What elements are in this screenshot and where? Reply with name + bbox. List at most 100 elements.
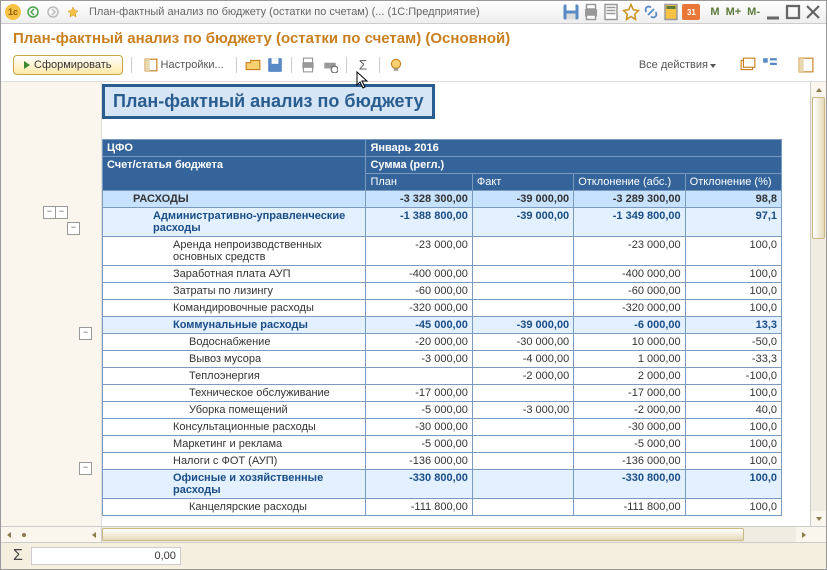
table-row[interactable]: Офисные и хозяйственные расходы-330 800,… <box>103 470 782 499</box>
cell-pct: 100,0 <box>685 436 781 453</box>
m-button[interactable]: M <box>708 6 721 18</box>
table-row[interactable]: РАСХОДЫ-3 328 300,00-39 000,00-3 289 300… <box>103 191 782 208</box>
settings-button[interactable]: Настройки... <box>140 56 228 74</box>
horizontal-scrollbar[interactable] <box>1 526 826 542</box>
close-button[interactable] <box>804 4 822 20</box>
table-row[interactable]: Уборка помещений-5 000,00-3 000,00-2 000… <box>103 402 782 419</box>
cell-pct: 100,0 <box>685 237 781 266</box>
cell-plan: -20 000,00 <box>366 334 472 351</box>
layout-icon[interactable] <box>798 57 814 73</box>
scroll-up-button[interactable] <box>811 82 826 97</box>
tree-icon[interactable] <box>762 57 778 73</box>
col-sum: Сумма (регл.) <box>366 157 782 174</box>
cell-fact <box>472 419 573 436</box>
cell-fact <box>472 453 573 470</box>
table-row[interactable]: Теплоэнергия-2 000,002 000,00-100,0 <box>103 368 782 385</box>
print2-icon[interactable] <box>300 57 316 73</box>
scroll-first-button[interactable] <box>16 527 31 542</box>
outline-toggle[interactable]: − <box>67 222 80 235</box>
scroll-corner <box>811 527 826 542</box>
cell-name: Офисные и хозяйственные расходы <box>103 470 366 499</box>
cell-plan: -5 000,00 <box>366 436 472 453</box>
new-window-icon[interactable] <box>740 57 756 73</box>
outline-toggle[interactable]: − <box>79 462 92 475</box>
cell-fact <box>472 470 573 499</box>
titlebar: 1с План-фактный анализ по бюджету (остат… <box>1 1 826 24</box>
cell-pct: 100,0 <box>685 266 781 283</box>
star2-icon[interactable] <box>622 4 640 20</box>
cell-plan: -3 000,00 <box>366 351 472 368</box>
cell-fact <box>472 266 573 283</box>
cell-abs: -17 000,00 <box>574 385 685 402</box>
minimize-button[interactable] <box>764 4 782 20</box>
print-icon[interactable] <box>582 4 600 20</box>
generate-button[interactable]: Сформировать <box>13 55 123 75</box>
scroll-left-button[interactable] <box>1 527 16 542</box>
variant-save-icon[interactable] <box>267 57 283 73</box>
m-minus-button[interactable]: M- <box>745 6 762 18</box>
col-period: Январь 2016 <box>366 140 782 157</box>
calc-icon[interactable] <box>662 4 680 20</box>
scroll-track[interactable] <box>811 97 826 511</box>
variant-open-icon[interactable] <box>245 57 261 73</box>
vertical-scrollbar[interactable] <box>810 82 826 526</box>
cell-abs: -320 000,00 <box>574 300 685 317</box>
cell-name: Заработная плата АУП <box>103 266 366 283</box>
doc-icon[interactable] <box>602 4 620 20</box>
all-actions-button[interactable]: Все действия <box>639 59 716 71</box>
cell-plan: -23 000,00 <box>366 237 472 266</box>
link-icon[interactable] <box>642 4 660 20</box>
table-row[interactable]: Маркетинг и реклама-5 000,00-5 000,00100… <box>103 436 782 453</box>
save-icon[interactable] <box>562 4 580 20</box>
table-row[interactable]: Административно-управленческие расходы-1… <box>103 208 782 237</box>
cell-abs: -1 349 800,00 <box>574 208 685 237</box>
table-row[interactable]: Водоснабжение-20 000,00-30 000,0010 000,… <box>103 334 782 351</box>
generate-label: Сформировать <box>34 59 112 71</box>
maximize-button[interactable] <box>784 4 802 20</box>
table-row[interactable]: Консультационные расходы-30 000,00-30 00… <box>103 419 782 436</box>
forward-icon[interactable] <box>45 4 61 20</box>
favorite-icon[interactable] <box>65 4 81 20</box>
table-row[interactable]: Аренда непроизводственных основных средс… <box>103 237 782 266</box>
cell-name: Вывоз мусора <box>103 351 366 368</box>
table-row[interactable]: Затраты по лизингу-60 000,00-60 000,0010… <box>103 283 782 300</box>
cell-plan: -3 328 300,00 <box>366 191 472 208</box>
col-plan: План <box>366 174 472 191</box>
cell-abs: -23 000,00 <box>574 237 685 266</box>
hscroll-track[interactable] <box>102 527 796 542</box>
scroll-down-button[interactable] <box>811 511 826 526</box>
bulb-icon[interactable] <box>388 57 404 73</box>
cell-name: Уборка помещений <box>103 402 366 419</box>
table-row[interactable]: Техническое обслуживание-17 000,00-17 00… <box>103 385 782 402</box>
table-row[interactable]: Командировочные расходы-320 000,00-320 0… <box>103 300 782 317</box>
sum-icon[interactable]: Σ <box>355 57 371 73</box>
report-body[interactable]: План-фактный анализ по бюджету ЦФО Январ… <box>102 82 810 526</box>
cell-pct: 100,0 <box>685 470 781 499</box>
calendar-icon[interactable]: 31 <box>682 4 700 20</box>
cell-fact: -30 000,00 <box>472 334 573 351</box>
table-row[interactable]: Коммунальные расходы-45 000,00-39 000,00… <box>103 317 782 334</box>
table-row[interactable]: Налоги с ФОТ (АУП)-136 000,00-136 000,00… <box>103 453 782 470</box>
m-plus-button[interactable]: M+ <box>724 6 744 18</box>
table-row[interactable]: Вывоз мусора-3 000,00-4 000,001 000,00-3… <box>103 351 782 368</box>
hscroll-thumb[interactable] <box>102 528 744 541</box>
back-icon[interactable] <box>25 4 41 20</box>
cell-plan: -400 000,00 <box>366 266 472 283</box>
cell-plan: -30 000,00 <box>366 419 472 436</box>
table-row[interactable]: Заработная плата АУП-400 000,00-400 000,… <box>103 266 782 283</box>
cell-name: Налоги с ФОТ (АУП) <box>103 453 366 470</box>
scroll-right-button[interactable] <box>796 527 811 542</box>
all-actions-label: Все действия <box>639 59 708 71</box>
separator <box>131 57 132 73</box>
report-table: ЦФО Январь 2016 Счет/статья бюджета Сумм… <box>102 139 782 516</box>
cell-name: Консультационные расходы <box>103 419 366 436</box>
outline-toggle[interactable]: − <box>79 327 92 340</box>
outline-toggle[interactable]: − <box>55 206 68 219</box>
table-row[interactable]: Канцелярские расходы-111 800,00-111 800,… <box>103 499 782 516</box>
cell-plan: -330 800,00 <box>366 470 472 499</box>
scroll-left2-button[interactable] <box>86 527 101 542</box>
scroll-thumb[interactable] <box>812 97 825 239</box>
cell-name: Водоснабжение <box>103 334 366 351</box>
sum-field[interactable]: 0,00 <box>31 547 181 565</box>
print-preview-icon[interactable] <box>322 57 338 73</box>
